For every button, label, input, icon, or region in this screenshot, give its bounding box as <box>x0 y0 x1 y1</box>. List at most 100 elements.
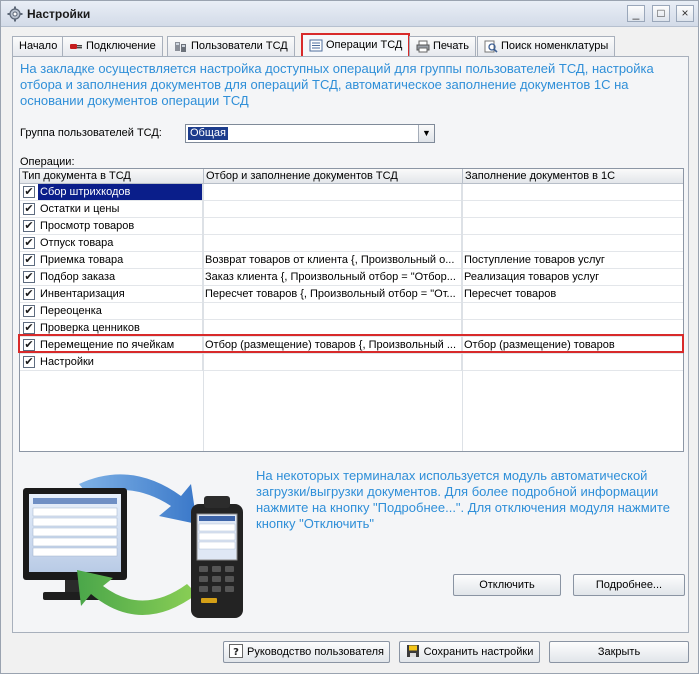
doc-type-label: Отпуск товара <box>40 237 114 249</box>
tab-connection[interactable]: Подключение <box>62 36 163 56</box>
title-bar[interactable]: Настройки _ □ × <box>1 1 698 27</box>
user-group-value: Общая <box>188 127 228 140</box>
fill-cell[interactable]: Поступление товаров услуг <box>462 252 683 269</box>
doc-type-label: Настройки <box>40 356 94 368</box>
doc-type-label: Приемка товара <box>40 254 124 266</box>
doc-type-cell[interactable]: ✔ Отпуск товара <box>20 235 203 252</box>
table-row[interactable]: ✔ Перемещение по ячейкам Отбор (размещение… <box>20 337 683 354</box>
disable-button[interactable]: Отключить <box>453 574 561 596</box>
fill-cell[interactable] <box>462 235 683 252</box>
doc-type-label: Остатки и цены <box>40 203 120 215</box>
table-row[interactable]: ✔ Просмотр товаров <box>20 218 683 235</box>
enabled-checkbox[interactable]: ✔ <box>23 254 35 266</box>
tab-label: Операции ТСД <box>326 39 403 51</box>
table-row[interactable]: ✔ Переоценка <box>20 303 683 320</box>
column-header-doc-type[interactable]: Тип документа в ТСД <box>22 170 131 183</box>
table-row[interactable]: ✔ Сбор штрихкодов <box>20 184 683 201</box>
info-text-top: На закладке осуществляется настройка дос… <box>20 61 654 108</box>
user-guide-button[interactable]: ? Руководство пользователя <box>223 641 390 663</box>
doc-type-cell[interactable]: ✔ Настройки <box>20 354 203 371</box>
filter-cell[interactable] <box>203 218 462 235</box>
fill-cell[interactable] <box>462 303 683 320</box>
doc-type-cell[interactable]: ✔ Остатки и цены <box>20 201 203 218</box>
tab-item-search[interactable]: Поиск номенклатуры <box>477 36 616 56</box>
maximize-button[interactable]: □ <box>652 5 670 22</box>
fill-cell[interactable]: Реализация товаров услуг <box>462 269 683 286</box>
plug-icon <box>70 44 82 49</box>
save-settings-button[interactable]: Сохранить настройки <box>399 641 540 663</box>
enabled-checkbox[interactable]: ✔ <box>23 322 35 334</box>
doc-type-label: Переоценка <box>40 305 102 317</box>
close-window-button[interactable]: × <box>676 5 694 22</box>
close-button[interactable]: Закрыть <box>549 641 689 663</box>
filter-cell[interactable] <box>203 235 462 252</box>
help-icon: ? <box>229 644 243 658</box>
column-header-filter[interactable]: Отбор и заполнение документов ТСД <box>206 170 398 183</box>
enabled-checkbox[interactable]: ✔ <box>23 305 35 317</box>
enabled-checkbox[interactable]: ✔ <box>23 237 35 249</box>
printer-icon <box>416 40 430 53</box>
enabled-checkbox[interactable]: ✔ <box>23 186 35 198</box>
tab-start[interactable]: Начало <box>12 36 65 56</box>
users-icon <box>175 42 186 52</box>
table-row[interactable]: ✔ Остатки и цены <box>20 201 683 218</box>
fill-cell[interactable] <box>462 184 683 201</box>
enabled-checkbox[interactable]: ✔ <box>23 288 35 300</box>
fill-cell[interactable] <box>462 218 683 235</box>
fill-cell[interactable] <box>462 354 683 371</box>
table-row[interactable]: ✔ Проверка ценников <box>20 320 683 337</box>
dropdown-arrow-icon[interactable]: ▼ <box>418 125 434 142</box>
filter-cell[interactable]: Пересчет товаров {, Произвольный отбор =… <box>203 286 462 303</box>
column-header-fill[interactable]: Заполнение документов в 1С <box>465 170 615 183</box>
list-icon <box>309 39 323 52</box>
fill-cell[interactable] <box>462 201 683 218</box>
doc-type-label: Проверка ценников <box>40 322 140 334</box>
doc-type-cell[interactable]: ✔ Переоценка <box>20 303 203 320</box>
filter-cell[interactable] <box>203 303 462 320</box>
operations-label: Операции: <box>20 156 75 168</box>
doc-type-cell[interactable]: ✔ Инвентаризация <box>20 286 203 303</box>
operations-table[interactable]: Тип документа в ТСД Отбор и заполнение д… <box>19 168 684 452</box>
filter-cell[interactable]: Заказ клиента {, Произвольный отбор = "О… <box>203 269 462 286</box>
table-row[interactable]: ✔ Подбор заказа Заказ клиента {, Произволь… <box>20 269 683 286</box>
enabled-checkbox[interactable]: ✔ <box>23 203 35 215</box>
details-button[interactable]: Подробнее... <box>573 574 685 596</box>
tab-users[interactable]: Пользователи ТСД <box>167 36 295 56</box>
enabled-checkbox[interactable]: ✔ <box>23 356 35 368</box>
pc-terminal-sync-illustration <box>23 474 243 618</box>
fill-cell[interactable]: Пересчет товаров <box>462 286 683 303</box>
column-divider[interactable] <box>462 169 463 184</box>
filter-cell[interactable] <box>203 320 462 337</box>
doc-type-cell[interactable]: ✔ Проверка ценников <box>20 320 203 337</box>
doc-type-cell[interactable]: ✔ Просмотр товаров <box>20 218 203 235</box>
column-line <box>203 184 204 451</box>
filter-cell[interactable] <box>203 184 462 201</box>
search-icon <box>484 40 498 53</box>
tab-print[interactable]: Печать <box>409 36 477 56</box>
column-divider[interactable] <box>203 169 204 184</box>
enabled-checkbox[interactable]: ✔ <box>23 339 35 351</box>
filter-cell[interactable] <box>203 201 462 218</box>
enabled-checkbox[interactable]: ✔ <box>23 271 35 283</box>
fill-cell[interactable] <box>462 320 683 337</box>
table-header: Тип документа в ТСД Отбор и заполнение д… <box>20 169 683 184</box>
table-row[interactable]: ✔ Настройки <box>20 354 683 371</box>
user-group-select[interactable]: Общая ▼ <box>185 124 435 143</box>
filter-cell[interactable] <box>203 354 462 371</box>
minimize-button[interactable]: _ <box>627 5 645 22</box>
doc-type-cell[interactable]: ✔ Сбор штрихкодов <box>20 184 203 201</box>
filter-cell[interactable]: Отбор (размещение) товаров {, Произвольн… <box>203 337 462 354</box>
tab-operations[interactable]: Операции ТСД <box>301 33 411 56</box>
fill-cell[interactable]: Отбор (размещение) товаров <box>462 337 683 354</box>
enabled-checkbox[interactable]: ✔ <box>23 220 35 232</box>
table-row[interactable]: ✔ Инвентаризация Пересчет товаров {, Произ… <box>20 286 683 303</box>
filter-cell[interactable]: Возврат товаров от клиента {, Произвольн… <box>203 252 462 269</box>
doc-type-cell[interactable]: ✔ Приемка товара <box>20 252 203 269</box>
doc-type-cell[interactable]: ✔ Подбор заказа <box>20 269 203 286</box>
doc-type-cell[interactable]: ✔ Перемещение по ячейкам <box>20 337 203 354</box>
tab-label: Пользователи ТСД <box>191 40 288 52</box>
doc-type-label: Инвентаризация <box>40 288 125 300</box>
table-row[interactable]: ✔ Приемка товара Возврат товаров от клиент… <box>20 252 683 269</box>
table-row[interactable]: ✔ Отпуск товара <box>20 235 683 252</box>
save-icon <box>406 645 419 657</box>
